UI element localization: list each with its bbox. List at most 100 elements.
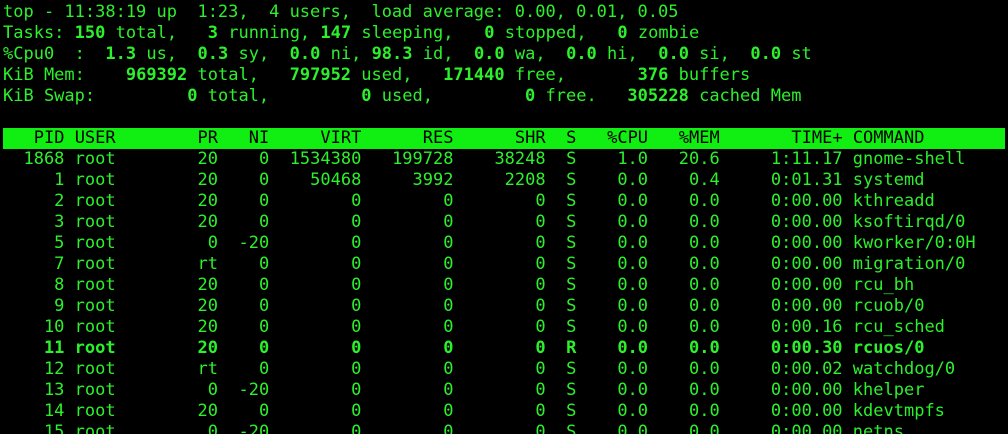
process-shr: 0 <box>463 359 546 379</box>
process-virt: 0 <box>279 317 362 337</box>
process-user: root <box>74 212 167 232</box>
process-row[interactable]: 9 root 20 0 0 0 0 S 0.0 0.0 0:00.00 rcuo… <box>3 296 1008 317</box>
process-time: 0:00.00 <box>729 191 843 211</box>
tasks-zombie: 0 <box>617 23 628 43</box>
column-header-mem[interactable]: %MEM <box>658 128 720 148</box>
process-ni: 0 <box>228 275 270 295</box>
cpu-hi: 0.0 <box>566 44 597 64</box>
process-cpu: 0.0 <box>586 422 649 434</box>
column-header-user[interactable]: USER <box>75 128 167 148</box>
mem-total: 969392 <box>125 65 188 85</box>
process-res: 0 <box>371 380 454 400</box>
cpu-ni: 0.0 <box>289 44 321 64</box>
process-mem: 0.4 <box>658 170 720 190</box>
process-time: 0:00.00 <box>729 401 843 421</box>
process-command: rcu_sched <box>852 317 945 337</box>
process-mem: 0.0 <box>658 380 720 400</box>
process-row[interactable]: 3 root 20 0 0 0 0 S 0.0 0.0 0:00.00 ksof… <box>3 212 1008 233</box>
process-res: 0 <box>371 191 454 211</box>
process-time: 0:00.00 <box>729 233 843 253</box>
process-cpu: 0.0 <box>586 191 649 211</box>
process-mem: 20.6 <box>658 149 720 169</box>
process-s: S <box>555 170 577 190</box>
process-pr: 20 <box>177 170 218 190</box>
column-header-time[interactable]: TIME+ <box>730 128 842 148</box>
column-header-pid[interactable]: PID <box>13 128 65 148</box>
process-res: 0 <box>371 296 454 316</box>
process-pr: 20 <box>177 401 218 421</box>
cpu-sy: 0.3 <box>197 44 229 64</box>
process-row[interactable]: 12 root rt 0 0 0 0 S 0.0 0.0 0:00.02 wat… <box>3 359 1008 380</box>
process-row[interactable]: 1868 root 20 0 1534380 199728 38248 S 1.… <box>3 149 1008 170</box>
process-pr: 20 <box>177 191 218 211</box>
swap-label: KiB Swap: <box>3 86 96 106</box>
process-shr: 0 <box>463 317 546 337</box>
process-cpu: 0.0 <box>586 212 649 232</box>
process-mem: 0.0 <box>658 422 720 434</box>
process-command: rcuob/0 <box>852 296 925 316</box>
process-res: 0 <box>371 401 454 421</box>
process-row[interactable]: 8 root 20 0 0 0 0 S 0.0 0.0 0:00.00 rcu_… <box>3 275 1008 296</box>
process-pr: 20 <box>177 338 218 358</box>
process-command: kworker/0:0H <box>852 233 976 253</box>
column-header-s[interactable]: S <box>556 128 576 148</box>
tasks-total-label: total, <box>115 23 178 43</box>
process-table-header[interactable]: PID USER PR NI VIRT RES SHR S %CPU %MEM … <box>3 128 1005 149</box>
column-header-pr[interactable]: PR <box>177 128 218 148</box>
process-time: 1:11.17 <box>729 149 843 169</box>
process-res: 0 <box>371 233 454 253</box>
process-row[interactable]: 7 root rt 0 0 0 0 S 0.0 0.0 0:00.00 migr… <box>3 254 1008 275</box>
terminal-window[interactable]: top - 11:38:19 up 1:23, 4 users, load av… <box>0 0 1008 434</box>
process-pid: 11 <box>3 338 65 358</box>
process-mem: 0.0 <box>658 275 720 295</box>
process-ni: -20 <box>228 233 270 253</box>
process-row[interactable]: 2 root 20 0 0 0 0 S 0.0 0.0 0:00.00 kthr… <box>3 191 1008 212</box>
column-header-res[interactable]: RES <box>372 128 454 148</box>
process-pr: 20 <box>177 212 218 232</box>
mem-free: 171440 <box>443 65 505 85</box>
process-virt: 0 <box>279 422 362 434</box>
process-virt: 50468 <box>279 170 362 190</box>
cpu-line: %Cpu0 : 1.3 us, 0.3 sy, 0.0 ni, 98.3 id,… <box>3 44 812 64</box>
tasks-total: 150 <box>74 23 106 43</box>
process-s: S <box>555 212 577 232</box>
process-time: 0:00.00 <box>729 422 843 434</box>
column-header-virt[interactable]: VIRT <box>279 128 361 148</box>
process-cpu: 0.0 <box>586 233 649 253</box>
process-time: 0:00.30 <box>729 338 843 358</box>
column-header-command[interactable]: COMMAND <box>853 128 925 148</box>
process-row[interactable]: 15 root 0 -20 0 0 0 S 0.0 0.0 0:00.00 ne… <box>3 422 1008 434</box>
process-row[interactable]: 10 root 20 0 0 0 0 S 0.0 0.0 0:00.16 rcu… <box>3 317 1008 338</box>
column-header-cpu[interactable]: %CPU <box>587 128 648 148</box>
process-shr: 0 <box>463 401 546 421</box>
process-cpu: 0.0 <box>586 275 649 295</box>
process-virt: 0 <box>279 191 362 211</box>
process-pid: 9 <box>3 296 65 316</box>
process-row[interactable]: 14 root 20 0 0 0 0 S 0.0 0.0 0:00.00 kde… <box>3 401 1008 422</box>
tasks-stopped: 0 <box>484 23 495 43</box>
process-cpu: 0.0 <box>586 296 649 316</box>
process-user: root <box>74 254 167 274</box>
cpu-st: 0.0 <box>750 44 782 64</box>
process-shr: 0 <box>463 233 546 253</box>
process-command: kdevtmpfs <box>852 401 945 421</box>
process-cpu: 0.0 <box>586 401 649 421</box>
process-time: 0:00.16 <box>729 317 843 337</box>
mem-buffers: 376 <box>637 65 669 85</box>
process-pid: 8 <box>3 275 65 295</box>
process-row[interactable]: 13 root 0 -20 0 0 0 S 0.0 0.0 0:00.00 kh… <box>3 380 1008 401</box>
process-shr: 2208 <box>463 170 546 190</box>
process-pid: 10 <box>3 317 65 337</box>
process-virt: 0 <box>279 380 362 400</box>
column-header-ni[interactable]: NI <box>228 128 269 148</box>
process-row[interactable]: 1 root 20 0 50468 3992 2208 S 0.0 0.4 0:… <box>3 170 1008 191</box>
process-mem: 0.0 <box>658 212 720 232</box>
process-pr: 20 <box>177 275 218 295</box>
process-row[interactable]: 5 root 0 -20 0 0 0 S 0.0 0.0 0:00.00 kwo… <box>3 233 1008 254</box>
process-row[interactable]: 11 root 20 0 0 0 0 R 0.0 0.0 0:00.30 rcu… <box>3 338 1008 359</box>
column-header-shr[interactable]: SHR <box>464 128 546 148</box>
process-ni: 0 <box>228 254 270 274</box>
cpu-label: %Cpu0 : <box>3 44 85 64</box>
swap-line: KiB Swap: 0 total, 0 used, 0 free. 30522… <box>3 86 802 106</box>
